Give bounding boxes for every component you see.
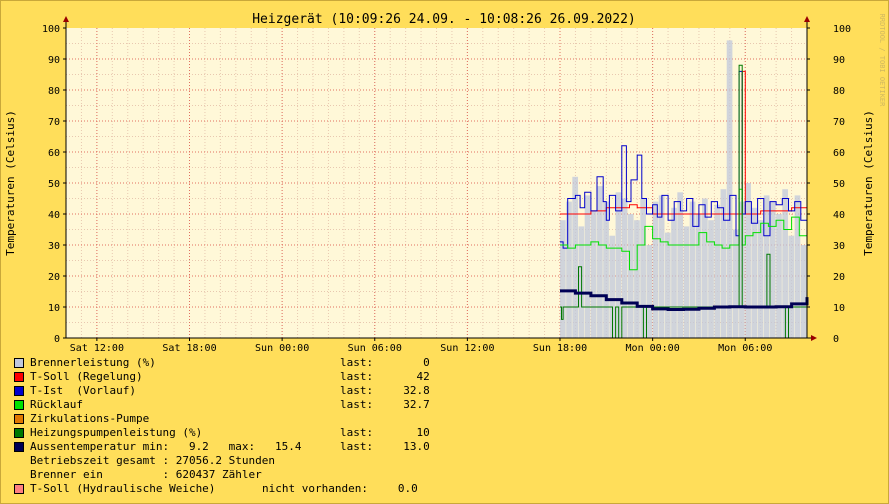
legend-stat-label: last: [340, 356, 374, 369]
bar-mark [732, 229, 739, 338]
legend-stat-label: last: [340, 440, 374, 453]
bar-mark [776, 214, 782, 338]
bar-mark [788, 235, 795, 338]
y-tick-label-left: 60 [48, 148, 60, 159]
bar-mark [652, 201, 659, 338]
legend-stat-value: 0 [390, 356, 430, 369]
bar-mark [751, 207, 758, 338]
bar-mark [603, 201, 609, 338]
y-tick-label-right: 50 [833, 179, 845, 190]
legend-item-label: Aussentemperatur min: 9.2 max: 15.4 [30, 440, 302, 453]
y-tick-label-right: 100 [833, 24, 851, 35]
x-tick-label: Sat 12:00 [70, 343, 124, 354]
legend-stat-label: last: [340, 370, 374, 383]
y-tick-label-right: 10 [833, 303, 845, 314]
legend-swatch [14, 372, 24, 382]
bar-mark [664, 232, 671, 338]
legend-swatch [14, 414, 24, 424]
y-tick-label-right: 0 [833, 334, 839, 345]
bar-mark [671, 207, 677, 338]
x-axis-arrow [811, 335, 817, 341]
y-tick-label-right: 80 [833, 86, 845, 97]
brenner-text: Brenner ein : 620437 Zähler [30, 468, 262, 481]
y-tick-label-right: 40 [833, 210, 845, 221]
y-axis-label-left: Temperaturen (Celsius) [4, 110, 17, 256]
legend-stat-value: 42 [390, 370, 430, 383]
legend-item-label: T-Soll (Hydraulische Weiche) [30, 482, 216, 495]
legend-stat-label: last: [340, 426, 374, 439]
y-tick-label-left: 70 [48, 117, 60, 128]
y-tick-label-left: 30 [48, 241, 60, 252]
y-tick-label-left: 20 [48, 272, 60, 283]
legend-item-label: Zirkulations-Pumpe [30, 412, 150, 425]
bar-mark [714, 204, 721, 338]
bar-mark [584, 195, 591, 338]
y-tick-label-left: 50 [48, 179, 60, 190]
y-tick-label-left: 90 [48, 55, 60, 66]
x-tick-label: Mon 00:00 [626, 343, 680, 354]
legend-stat-value: 10 [390, 426, 430, 439]
x-tick-label: Sun 06:00 [348, 343, 402, 354]
bar-mark [572, 176, 579, 338]
bar-mark [634, 220, 640, 338]
x-tick-label: Sun 18:00 [533, 343, 587, 354]
bar-mark [702, 198, 708, 338]
legend-swatch [14, 358, 24, 368]
x-tick-label: Mon 06:00 [718, 343, 772, 354]
bar-mark [757, 220, 764, 338]
bar-mark [597, 186, 603, 338]
y-tick-label-left: 0 [54, 334, 60, 345]
hydraulic-status: nicht vorhanden: [262, 482, 368, 495]
legend-stat-label: last: [340, 384, 374, 397]
y-tick-label-left: 100 [42, 24, 60, 35]
bar-mark [590, 210, 597, 338]
x-tick-label: Sun 12:00 [440, 343, 494, 354]
watermark: RRDTOOL / TOBI OETIKER [878, 14, 886, 108]
y-tick-label-left: 80 [48, 86, 60, 97]
y-tick-label-left: 10 [48, 303, 60, 314]
y-axis-arrow-right [804, 16, 810, 22]
legend-stat-value: 32.7 [390, 398, 430, 411]
y-tick-label-right: 30 [833, 241, 845, 252]
bar-mark [621, 198, 628, 338]
legend-item-label: T-Soll (Regelung) [30, 370, 143, 383]
bar-mark [800, 245, 807, 338]
legend-stat-value: 32.8 [390, 384, 430, 397]
y-tick-label-right: 60 [833, 148, 845, 159]
legend-swatch [14, 386, 24, 396]
legend-swatch [14, 428, 24, 438]
legend-item-label: Rücklauf [30, 398, 83, 411]
legend-item-label: Brennerleistung (%) [30, 356, 156, 369]
legend-item-label: T-Ist (Vorlauf) [30, 384, 136, 397]
y-tick-label-right: 90 [833, 55, 845, 66]
y-axis-arrow-left [63, 16, 69, 22]
bar-mark [708, 220, 714, 338]
bar-mark [769, 201, 776, 338]
x-tick-label: Sat 18:00 [162, 343, 216, 354]
legend-swatch [14, 400, 24, 410]
legend-item-label: Heizungspumpenleistung (%) [30, 426, 203, 439]
y-axis-label-right: Temperaturen (Celsius) [862, 110, 875, 256]
bar-mark [745, 183, 751, 338]
y-tick-label-left: 40 [48, 210, 60, 221]
bar-mark [646, 245, 653, 338]
legend-swatch [14, 442, 24, 452]
bar-mark [560, 220, 566, 338]
bar-mark [627, 214, 634, 338]
bar-mark [566, 201, 572, 338]
legend-swatch [14, 484, 24, 494]
x-tick-label: Sun 00:00 [255, 343, 309, 354]
betriebszeit-text: Betriebszeit gesamt : 27056.2 Stunden [30, 454, 276, 467]
bar-mark [726, 40, 733, 339]
y-tick-label-right: 20 [833, 272, 845, 283]
legend-stat-value: 13.0 [390, 440, 430, 453]
legend-stat-label: last: [340, 398, 374, 411]
bar-mark [683, 226, 690, 338]
hydraulic-value: 0.0 [378, 482, 418, 495]
y-tick-label-right: 70 [833, 117, 845, 128]
chart-title: Heizgerät (10:09:26 24.09. - 10:08:26 26… [252, 12, 636, 27]
